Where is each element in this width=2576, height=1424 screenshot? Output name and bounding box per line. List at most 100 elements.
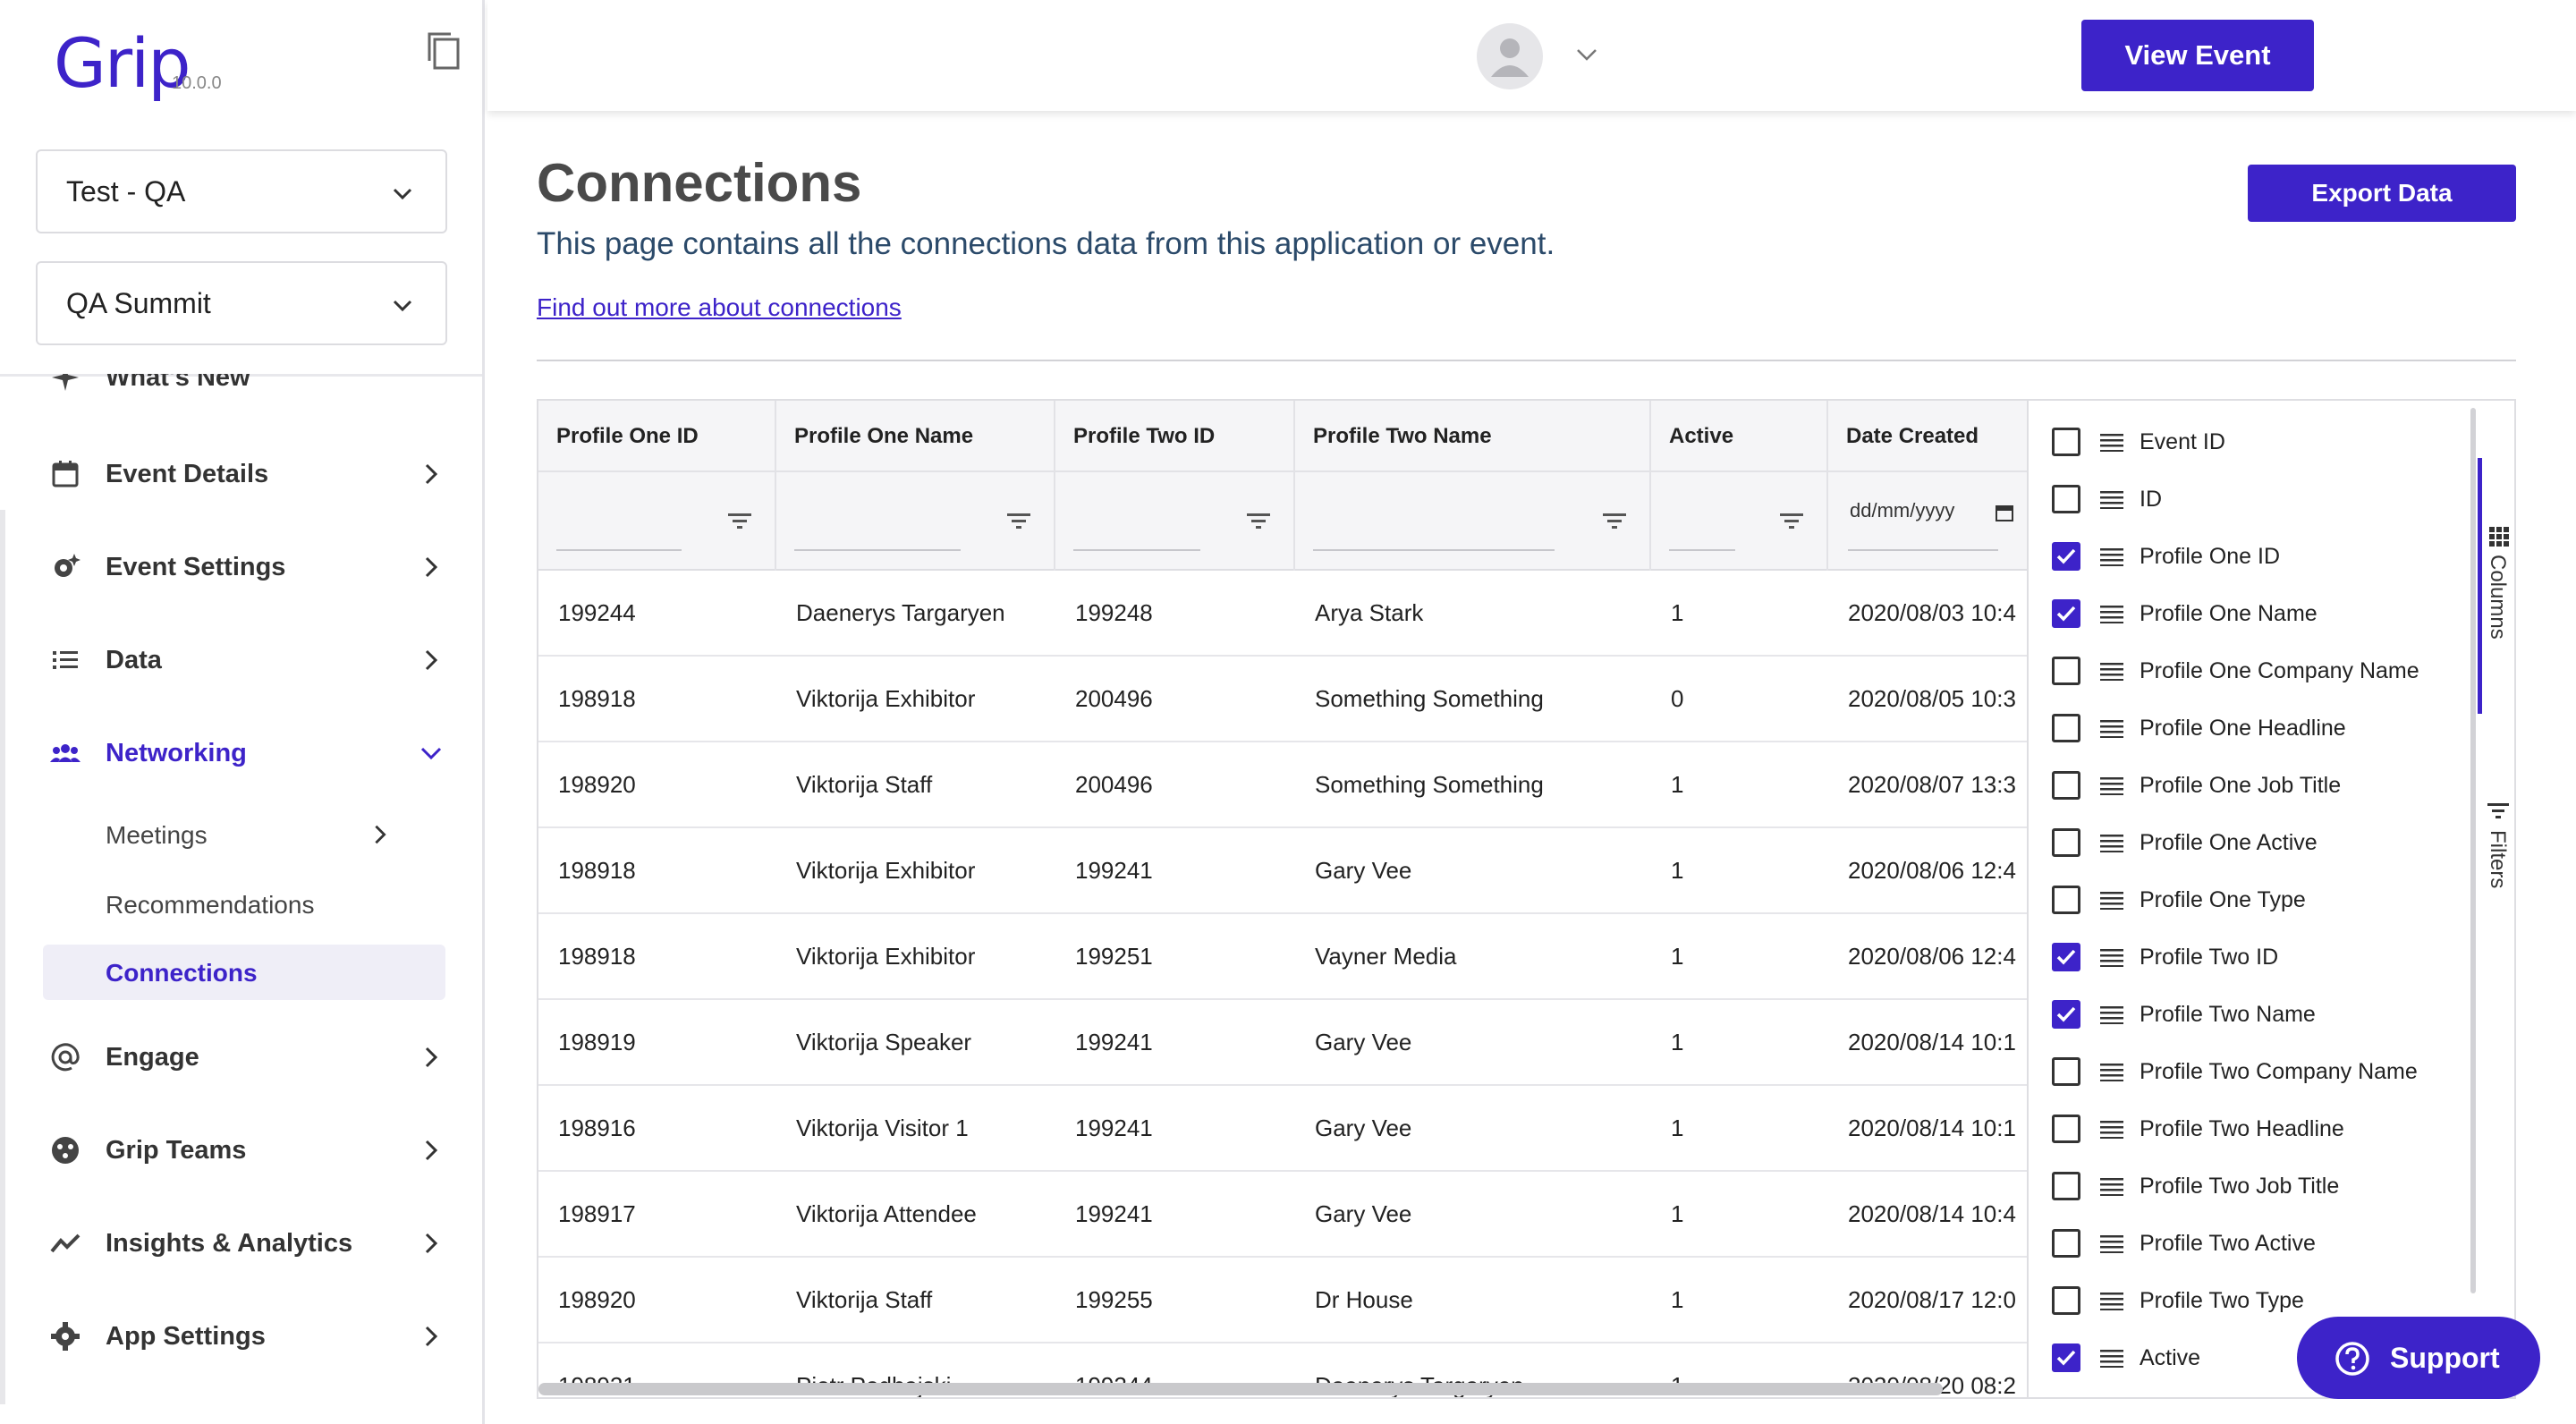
table-cell[interactable]: 200496	[1055, 657, 1295, 741]
column-checkbox[interactable]	[2052, 828, 2080, 857]
table-cell[interactable]: 198920	[538, 742, 776, 826]
drag-handle-icon[interactable]	[2100, 1062, 2123, 1081]
table-cell[interactable]: Viktorija Staff	[776, 742, 1055, 826]
drag-handle-icon[interactable]	[2100, 776, 2123, 795]
filter-input[interactable]	[556, 549, 682, 551]
column-checkbox[interactable]	[2052, 1057, 2080, 1086]
sidebar-subitem-recommendations[interactable]: Recommendations	[106, 891, 314, 920]
table-cell[interactable]: 2020/08/14 10:1	[1828, 1000, 2027, 1084]
table-cell[interactable]: Viktorija Visitor 1	[776, 1086, 1055, 1170]
table-cell[interactable]: Dr House	[1295, 1258, 1651, 1342]
column-toggle-item[interactable]: Event ID	[2029, 413, 2458, 470]
table-cell[interactable]: 199248	[1055, 571, 1295, 655]
column-header-profile-two-id[interactable]: Profile Two ID	[1055, 401, 1295, 472]
drag-handle-icon[interactable]	[2100, 833, 2123, 852]
filter-icon[interactable]	[726, 510, 753, 533]
filter-icon[interactable]	[1245, 510, 1272, 533]
table-cell[interactable]: 200496	[1055, 742, 1295, 826]
export-data-button[interactable]: Export Data	[2248, 165, 2516, 222]
column-checkbox[interactable]	[2052, 657, 2080, 685]
column-toggle-item[interactable]: Profile Two Active	[2029, 1215, 2458, 1272]
column-checkbox[interactable]	[2052, 428, 2080, 456]
table-cell[interactable]: 198919	[538, 1000, 776, 1084]
tab-columns[interactable]: Columns	[2478, 526, 2514, 660]
copy-icon[interactable]	[426, 30, 462, 72]
column-header-profile-one-id[interactable]: Profile One ID	[538, 401, 776, 472]
filter-input[interactable]	[1669, 549, 1735, 551]
table-cell[interactable]: 198918	[538, 914, 776, 998]
table-cell[interactable]: 198916	[538, 1086, 776, 1170]
column-checkbox[interactable]	[2052, 1000, 2080, 1029]
tab-filters[interactable]: Filters	[2478, 801, 2514, 909]
sidebar-item-grip-teams[interactable]: Grip Teams	[0, 1123, 482, 1177]
grip-logo[interactable]: Grip	[54, 23, 191, 103]
table-row[interactable]: 198920 Viktorija Staff 199255 Dr House 1 2020…	[538, 1258, 2027, 1343]
event-selector[interactable]: QA Summit	[36, 261, 447, 345]
table-cell[interactable]: 199244	[538, 571, 776, 655]
sidebar-subitem-connections[interactable]: Connections	[106, 959, 258, 987]
table-cell[interactable]: 199241	[1055, 1000, 1295, 1084]
sidebar-subitem-meetings[interactable]: Meetings	[106, 821, 208, 850]
column-toggle-item[interactable]: Profile One ID	[2029, 528, 2458, 585]
table-cell[interactable]: Gary Vee	[1295, 1086, 1651, 1170]
drag-handle-icon[interactable]	[2100, 432, 2123, 452]
column-checkbox[interactable]	[2052, 886, 2080, 914]
table-cell[interactable]: 2020/08/06 12:4	[1828, 828, 2027, 912]
table-cell[interactable]: 199241	[1055, 1172, 1295, 1256]
drag-handle-icon[interactable]	[2100, 547, 2123, 566]
column-toggle-item[interactable]: Profile Two Headline	[2029, 1100, 2458, 1157]
table-cell[interactable]: 198920	[538, 1258, 776, 1342]
filter-icon[interactable]	[1778, 510, 1805, 533]
column-toggle-item[interactable]: Profile One Headline	[2029, 699, 2458, 757]
table-row[interactable]: 198918 Viktorija Exhibitor 199241 Gary Vee 1…	[538, 828, 2027, 914]
table-cell[interactable]: Viktorija Exhibitor	[776, 657, 1055, 741]
table-cell[interactable]: 1	[1651, 1172, 1828, 1256]
column-checkbox[interactable]	[2052, 1343, 2080, 1372]
table-cell[interactable]: Arya Stark	[1295, 571, 1651, 655]
sidebar-item-networking[interactable]: Networking	[0, 726, 482, 780]
table-row[interactable]: 198920 Viktorija Staff 200496 Something Som…	[538, 742, 2027, 828]
sidebar-item-whats-new[interactable]: What's New	[0, 374, 482, 404]
table-cell[interactable]: 2020/08/17 12:0	[1828, 1258, 2027, 1342]
sidebar-item-data[interactable]: Data	[0, 633, 482, 687]
drag-handle-icon[interactable]	[2100, 947, 2123, 967]
column-checkbox[interactable]	[2052, 485, 2080, 513]
column-toggle-item[interactable]: ID	[2029, 470, 2458, 528]
filter-icon[interactable]	[1601, 510, 1628, 533]
column-checkbox[interactable]	[2052, 714, 2080, 742]
table-cell[interactable]: Viktorija Attendee	[776, 1172, 1055, 1256]
date-filter-input[interactable]: dd/mm/yyyy	[1850, 499, 1954, 522]
table-cell[interactable]: 0	[1651, 657, 1828, 741]
sidebar-item-app-settings[interactable]: App Settings	[0, 1310, 482, 1363]
table-row[interactable]: 199244 Daenerys Targaryen 199248 Arya Stark…	[538, 571, 2027, 657]
table-cell[interactable]: Viktorija Staff	[776, 1258, 1055, 1342]
drag-handle-icon[interactable]	[2100, 604, 2123, 623]
filter-input[interactable]	[1313, 549, 1555, 551]
table-cell[interactable]: 198918	[538, 657, 776, 741]
app-selector[interactable]: Test - QA	[36, 149, 447, 233]
column-checkbox[interactable]	[2052, 943, 2080, 971]
drag-handle-icon[interactable]	[2100, 489, 2123, 509]
column-checkbox[interactable]	[2052, 1115, 2080, 1143]
column-checkbox[interactable]	[2052, 1172, 2080, 1200]
drag-handle-icon[interactable]	[2100, 1291, 2123, 1310]
drag-handle-icon[interactable]	[2100, 1233, 2123, 1253]
column-checkbox[interactable]	[2052, 771, 2080, 800]
table-row[interactable]: 198919 Viktorija Speaker 199241 Gary Vee 1 20…	[538, 1000, 2027, 1086]
sidebar-item-event-settings[interactable]: Event Settings	[0, 540, 482, 594]
table-cell[interactable]: Viktorija Exhibitor	[776, 828, 1055, 912]
drag-handle-icon[interactable]	[2100, 1348, 2123, 1368]
table-cell[interactable]: Gary Vee	[1295, 828, 1651, 912]
sidebar-item-event-details[interactable]: Event Details	[0, 447, 482, 501]
table-cell[interactable]: Gary Vee	[1295, 1172, 1651, 1256]
column-header-profile-two-name[interactable]: Profile Two Name	[1295, 401, 1651, 472]
column-checkbox[interactable]	[2052, 1229, 2080, 1258]
calendar-icon[interactable]	[1995, 503, 2014, 522]
table-cell[interactable]: 2020/08/06 12:4	[1828, 914, 2027, 998]
table-cell[interactable]: 199255	[1055, 1258, 1295, 1342]
column-header-active[interactable]: Active	[1651, 401, 1828, 472]
table-row[interactable]: 198918 Viktorija Exhibitor 199251 Vayner Me…	[538, 914, 2027, 1000]
table-cell[interactable]: 1	[1651, 1086, 1828, 1170]
drag-handle-icon[interactable]	[2100, 1004, 2123, 1024]
column-toggle-item[interactable]: Profile Two Company Name	[2029, 1043, 2458, 1100]
